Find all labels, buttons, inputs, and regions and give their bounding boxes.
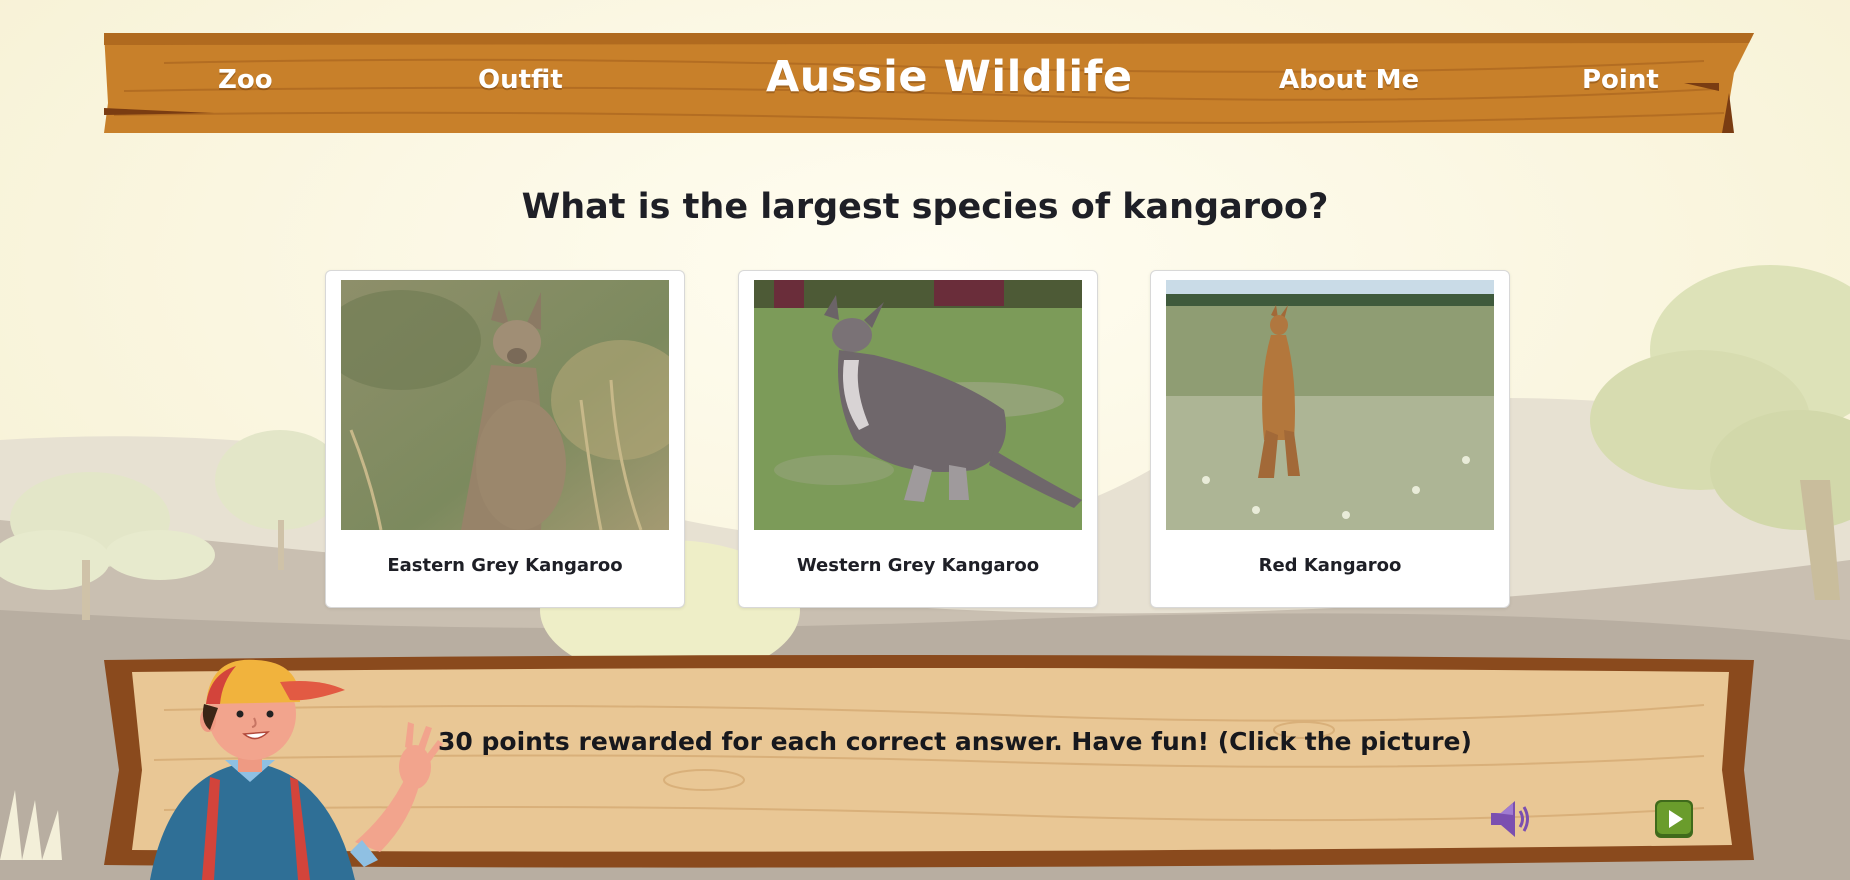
kangaroo-photo[interactable] (1166, 280, 1494, 530)
reward-message: 30 points rewarded for each correct answ… (438, 727, 1472, 756)
answer-label: Red Kangaroo (1258, 555, 1402, 576)
answer-card-eastern-grey[interactable]: Eastern Grey Kangaroo (325, 270, 685, 608)
kangaroo-photo[interactable] (341, 280, 669, 530)
speaker-icon[interactable] (1487, 797, 1531, 841)
nav-link-about-me[interactable]: About Me (1279, 65, 1419, 95)
nav-link-outfit[interactable]: Outfit (478, 65, 563, 95)
answer-label: Eastern Grey Kangaroo (387, 555, 623, 576)
answer-card-western-grey[interactable]: Western Grey Kangaroo (738, 270, 1098, 608)
boy-mascot-icon (140, 652, 480, 880)
nav-link-point[interactable]: Point (1582, 65, 1659, 95)
answer-card-red[interactable]: Red Kangaroo (1150, 270, 1510, 608)
kangaroo-photo[interactable] (754, 280, 1082, 530)
quiz-question: What is the largest species of kangaroo? (521, 187, 1329, 227)
site-title: Aussie Wildlife (766, 52, 1133, 102)
nav-link-zoo[interactable]: Zoo (218, 65, 273, 95)
nav-bar: Zoo Outfit Aussie Wildlife About Me Poin… (104, 33, 1754, 133)
answer-label: Western Grey Kangaroo (796, 555, 1040, 576)
play-icon[interactable] (1654, 799, 1694, 839)
